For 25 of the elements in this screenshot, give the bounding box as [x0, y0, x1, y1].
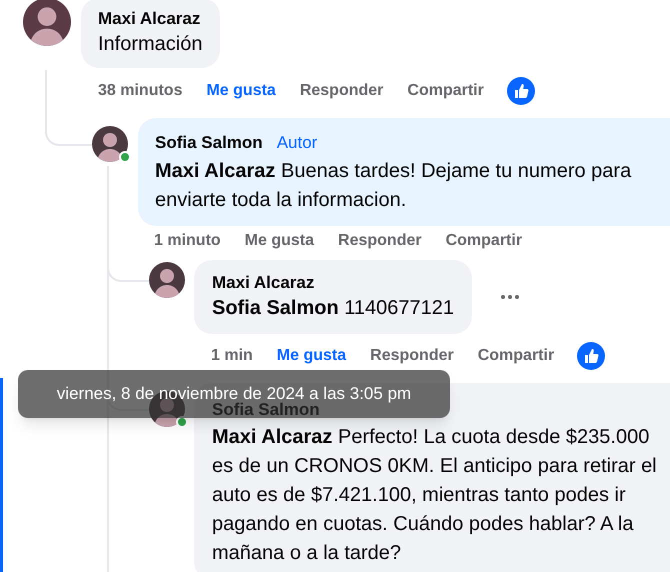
reply-link[interactable]: Responder [338, 229, 422, 253]
author-name[interactable]: Maxi Alcaraz [98, 8, 200, 30]
like-reaction-icon[interactable] [577, 342, 606, 370]
like-link[interactable]: Me gusta [276, 344, 346, 368]
comment-text: Sofia Salmon 1140677121 [212, 296, 454, 321]
avatar[interactable] [92, 126, 128, 162]
avatar[interactable] [23, 0, 71, 46]
like-reaction-icon[interactable] [506, 77, 535, 105]
share-link[interactable]: Compartir [478, 344, 554, 368]
author-name[interactable]: Sofia Salmon [155, 129, 263, 157]
author-name[interactable]: Maxi Alcaraz [212, 272, 314, 294]
more-icon[interactable] [501, 295, 520, 299]
reply-link[interactable]: Responder [370, 344, 454, 368]
timestamp[interactable]: 1 min [211, 344, 253, 368]
comment-text: Información [98, 32, 202, 57]
like-link[interactable]: Me gusta [244, 229, 314, 253]
share-link[interactable]: Compartir [446, 229, 522, 253]
avatar[interactable] [149, 262, 185, 298]
timestamp[interactable]: 38 minutos [98, 79, 182, 103]
comment-text: Maxi Alcaraz Perfecto! La cuota desde $235.000 es de un CRONOS 0KM. El anticipo para retirar el auto es de $7.421.100, mientras tanto podes ir pagando en cuotas. Cuándo podes hablar? A la mañana o a la tarde? [212, 425, 658, 566]
reply-link[interactable]: Responder [300, 79, 384, 103]
timestamp[interactable]: 1 minuto [154, 229, 221, 253]
like-link[interactable]: Me gusta [206, 79, 276, 103]
share-link[interactable]: Compartir [407, 79, 484, 103]
comment-text: Maxi Alcaraz Buenas tardes! Dejame tu numero para enviarte toda la informacion. [155, 159, 632, 213]
